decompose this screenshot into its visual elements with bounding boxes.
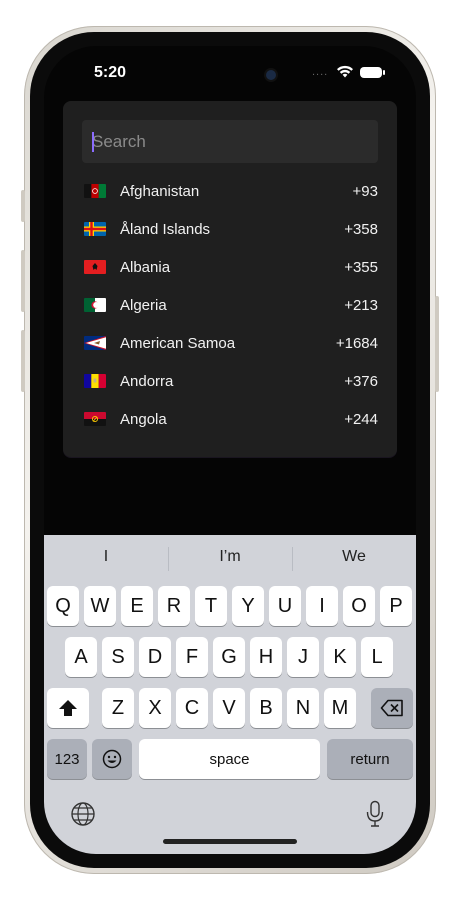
power-button bbox=[435, 296, 439, 392]
volume-down-button bbox=[21, 330, 25, 392]
key-w[interactable]: W bbox=[84, 586, 116, 626]
al-flag-icon bbox=[84, 260, 106, 274]
key-v[interactable]: V bbox=[213, 688, 245, 728]
dial-code: +358 bbox=[344, 220, 378, 238]
key-l[interactable]: L bbox=[361, 637, 393, 677]
suggestion-1[interactable]: I bbox=[44, 548, 168, 566]
dial-code: +355 bbox=[344, 258, 378, 276]
key-x[interactable]: X bbox=[139, 688, 171, 728]
signal-icon: .... bbox=[312, 66, 329, 78]
country-name: Algeria bbox=[120, 296, 167, 314]
screen: 5:20 .... Afghanistan +93 bbox=[44, 46, 416, 854]
key-i[interactable]: I bbox=[306, 586, 338, 626]
country-name: Afghanistan bbox=[120, 182, 200, 200]
key-e[interactable]: E bbox=[121, 586, 153, 626]
battery-icon bbox=[360, 67, 385, 78]
key-h[interactable]: H bbox=[250, 637, 282, 677]
dial-code: +1684 bbox=[335, 334, 378, 352]
numbers-key[interactable]: 123 bbox=[47, 739, 87, 779]
country-list: Afghanistan +93 Åland Islands +358 Alban… bbox=[82, 172, 378, 438]
country-name: American Samoa bbox=[120, 334, 236, 352]
action-button bbox=[21, 190, 25, 222]
ax-flag-icon bbox=[84, 222, 106, 236]
status-time: 5:20 bbox=[94, 64, 127, 81]
country-row[interactable]: Albania +355 bbox=[82, 248, 378, 286]
key-c[interactable]: C bbox=[176, 688, 208, 728]
dz-flag-icon bbox=[84, 298, 106, 312]
country-name: Angola bbox=[120, 410, 167, 428]
as-flag-icon bbox=[84, 336, 106, 350]
key-b[interactable]: B bbox=[250, 688, 282, 728]
emoji-key[interactable] bbox=[92, 739, 132, 779]
key-t[interactable]: T bbox=[195, 586, 227, 626]
country-name: Andorra bbox=[120, 372, 174, 390]
home-indicator[interactable] bbox=[163, 839, 297, 844]
country-row[interactable]: Angola +244 bbox=[82, 400, 378, 438]
ad-flag-icon bbox=[84, 374, 106, 388]
key-m[interactable]: M bbox=[324, 688, 356, 728]
country-row[interactable]: Åland Islands +358 bbox=[82, 210, 378, 248]
country-row[interactable]: American Samoa +1684 bbox=[82, 324, 378, 362]
af-flag-icon bbox=[84, 184, 106, 198]
search-box[interactable] bbox=[82, 120, 378, 163]
microphone-icon[interactable] bbox=[365, 800, 385, 828]
key-u[interactable]: U bbox=[269, 586, 301, 626]
key-f[interactable]: F bbox=[176, 637, 208, 677]
suggestion-3[interactable]: We bbox=[292, 548, 416, 566]
country-name: Åland Islands bbox=[120, 220, 211, 238]
backspace-key[interactable] bbox=[371, 688, 413, 728]
key-j[interactable]: J bbox=[287, 637, 319, 677]
key-r[interactable]: R bbox=[158, 586, 190, 626]
search-input[interactable] bbox=[92, 120, 362, 163]
key-o[interactable]: O bbox=[343, 586, 375, 626]
front-camera-icon bbox=[266, 70, 276, 80]
key-y[interactable]: Y bbox=[232, 586, 264, 626]
key-a[interactable]: A bbox=[65, 637, 97, 677]
country-picker: Afghanistan +93 Åland Islands +358 bbox=[63, 101, 397, 457]
country-row[interactable]: Algeria +213 bbox=[82, 286, 378, 324]
return-key[interactable]: return bbox=[327, 739, 413, 779]
emoji-icon bbox=[102, 749, 122, 769]
dial-code: +376 bbox=[344, 372, 378, 390]
volume-up-button bbox=[21, 250, 25, 312]
globe-icon[interactable] bbox=[70, 801, 96, 827]
suggestion-2[interactable]: I’m bbox=[168, 548, 292, 566]
key-d[interactable]: D bbox=[139, 637, 171, 677]
text-caret bbox=[92, 132, 94, 152]
country-name: Albania bbox=[120, 258, 171, 276]
country-row[interactable]: Andorra +376 bbox=[82, 362, 378, 400]
suggestion-bar: I I’m We bbox=[44, 535, 416, 581]
shift-icon bbox=[59, 700, 77, 716]
key-g[interactable]: G bbox=[213, 637, 245, 677]
key-q[interactable]: Q bbox=[47, 586, 79, 626]
dial-code: +213 bbox=[344, 296, 378, 314]
ao-flag-icon bbox=[84, 412, 106, 426]
dial-code: +244 bbox=[344, 410, 378, 428]
key-p[interactable]: P bbox=[380, 586, 412, 626]
key-z[interactable]: Z bbox=[102, 688, 134, 728]
key-n[interactable]: N bbox=[287, 688, 319, 728]
keyboard: I I’m We Q W E R T Y U I O P A S D F G H… bbox=[44, 535, 416, 854]
shift-key[interactable] bbox=[47, 688, 89, 728]
wifi-icon bbox=[337, 65, 353, 78]
key-s[interactable]: S bbox=[102, 637, 134, 677]
key-k[interactable]: K bbox=[324, 637, 356, 677]
backspace-icon bbox=[380, 699, 403, 717]
dial-code: +93 bbox=[352, 182, 378, 200]
country-row[interactable]: Afghanistan +93 bbox=[82, 172, 378, 210]
space-key[interactable]: space bbox=[139, 739, 320, 779]
